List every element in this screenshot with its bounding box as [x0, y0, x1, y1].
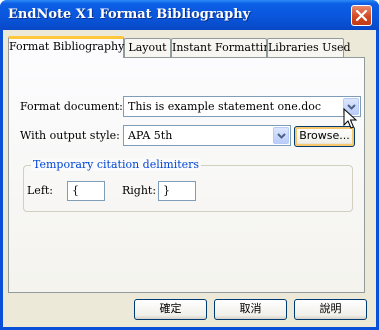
tab-libraries-used[interactable]: Libraries Used: [267, 38, 351, 57]
chevron-down-icon: [277, 133, 286, 139]
right-delimiter-label: Right:: [122, 184, 157, 197]
title-bar[interactable]: EndNote X1 Format Bibliography: [0, 0, 379, 30]
cancel-button[interactable]: 取消: [214, 299, 287, 320]
output-style-select[interactable]: APA 5th: [123, 125, 291, 146]
output-style-label: With output style:: [20, 129, 120, 142]
output-style-dropdown-button[interactable]: [273, 127, 289, 144]
help-button[interactable]: 說明: [294, 299, 367, 320]
dialog-client: Format Bibliography Layout Instant Forma…: [3, 30, 376, 327]
left-delimiter-input[interactable]: {: [67, 181, 105, 201]
format-document-value: This is example statement one.doc: [128, 100, 322, 113]
output-style-value: APA 5th: [128, 129, 173, 142]
mouse-pointer-icon: [343, 108, 357, 129]
close-icon: [355, 9, 368, 22]
tab-panel: Format document: This is example stateme…: [8, 57, 365, 293]
ok-button[interactable]: 確定: [134, 299, 207, 320]
tab-instant-formatting[interactable]: Instant Formatting: [171, 38, 277, 57]
tab-format-bibliography[interactable]: Format Bibliography: [8, 36, 124, 58]
left-delimiter-label: Left:: [27, 184, 54, 197]
format-document-label: Format document:: [20, 100, 123, 113]
tab-layout[interactable]: Layout: [124, 38, 171, 57]
delimiters-group-title: Temporary citation delimiters: [31, 158, 202, 171]
close-button[interactable]: [351, 5, 372, 26]
window-title: EndNote X1 Format Bibliography: [8, 7, 251, 22]
format-document-select[interactable]: This is example statement one.doc: [123, 96, 361, 117]
dialog-window: EndNote X1 Format Bibliography Format Bi…: [0, 0, 379, 330]
right-delimiter-input[interactable]: }: [158, 181, 196, 201]
